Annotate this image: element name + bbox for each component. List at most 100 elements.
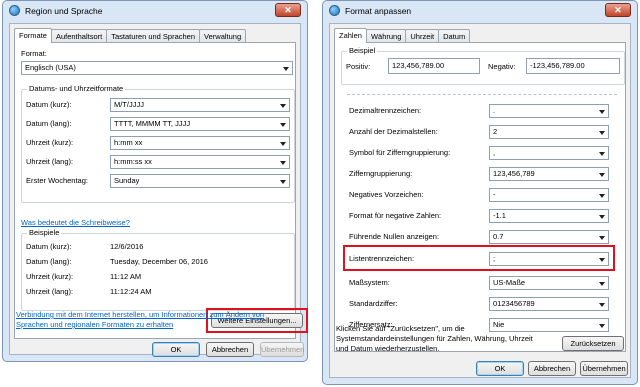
example-group-title: Beispiel bbox=[347, 46, 378, 55]
separator bbox=[347, 94, 617, 95]
ok-button[interactable]: OK bbox=[152, 342, 200, 357]
connect-link-line1[interactable]: Verbindung mit dem Internet herstellen, … bbox=[16, 310, 264, 319]
row-label: Symbol für Ziffern­gruppierung: bbox=[349, 148, 451, 157]
region-window: Region und Sprache ✕ Formate Aufenthalts… bbox=[2, 0, 308, 362]
standard-digits-value: 0123456789 bbox=[493, 299, 535, 308]
example-label: Uhrzeit (lang): bbox=[26, 287, 74, 296]
decimal-symbol-value: . bbox=[493, 106, 496, 115]
highlight-box bbox=[343, 245, 615, 271]
reset-text-line2: Systemstandardeinstellungen für Zahlen, … bbox=[336, 334, 533, 343]
example-value: Tuesday, December 06, 2016 bbox=[110, 257, 208, 266]
format-label: Format: bbox=[21, 49, 47, 58]
leading-zero-value: 0.7 bbox=[493, 232, 504, 241]
tab-datum[interactable]: Datum bbox=[438, 29, 471, 42]
row-label: Dezimaltrennzeichen: bbox=[349, 106, 422, 115]
customize-titlebar[interactable]: Format anpassen ✕ bbox=[323, 1, 637, 21]
negative-format-select[interactable]: -1.1 bbox=[489, 209, 609, 223]
decimal-digits-select[interactable]: 2 bbox=[489, 125, 609, 139]
grouping-symbol-value: , bbox=[493, 148, 496, 157]
time-short-select[interactable]: h:mm xx bbox=[110, 136, 290, 150]
datetime-group: Datums- und Uhrzeitformate Datum (kurz):… bbox=[21, 84, 295, 203]
window-title: Region und Sprache bbox=[25, 6, 103, 16]
tab-uhrzeit[interactable]: Uhrzeit bbox=[405, 29, 440, 42]
row-label: Datum (kurz): bbox=[26, 100, 72, 109]
chevron-down-icon bbox=[599, 131, 605, 135]
digit-substitution-select[interactable]: Nie bbox=[489, 318, 609, 332]
time-long-select[interactable]: h:mm:ss xx bbox=[110, 155, 290, 169]
apply-button[interactable]: Übernehmen bbox=[580, 361, 628, 376]
time-long-value: h:mm:ss xx bbox=[114, 157, 152, 166]
chevron-down-icon bbox=[599, 324, 605, 328]
row-label: Maßsystem: bbox=[349, 278, 390, 287]
leading-zero-select[interactable]: 0.7 bbox=[489, 230, 609, 244]
chevron-down-icon bbox=[280, 142, 286, 146]
example-label: Uhrzeit (kurz): bbox=[26, 272, 74, 281]
chevron-down-icon bbox=[599, 303, 605, 307]
negative-sign-select[interactable]: - bbox=[489, 188, 609, 202]
date-short-value: M/T/JJJJ bbox=[114, 100, 144, 109]
row-label: Uhrzeit (lang): bbox=[26, 157, 74, 166]
row-label: Zifferngruppierung: bbox=[349, 169, 413, 178]
datetime-group-title: Datums- und Uhrzeitformate bbox=[27, 84, 126, 93]
region-client: Formate Aufenthaltsort Tastaturen und Sp… bbox=[9, 23, 308, 357]
chevron-down-icon bbox=[283, 67, 289, 71]
chevron-down-icon bbox=[599, 194, 605, 198]
customize-client: Zahlen Währung Uhrzeit Datum Beispiel Po… bbox=[329, 23, 631, 378]
digit-grouping-select[interactable]: 123,456,789 bbox=[489, 167, 609, 181]
chevron-down-icon bbox=[599, 110, 605, 114]
globe-icon bbox=[9, 5, 20, 16]
apply-button[interactable]: Übernehmen bbox=[260, 342, 304, 357]
cancel-button[interactable]: Abbrechen bbox=[528, 361, 576, 376]
tab-verwaltung[interactable]: Verwaltung bbox=[199, 29, 247, 42]
ok-button[interactable]: OK bbox=[476, 361, 524, 376]
example-value: 11:12 AM bbox=[110, 272, 142, 281]
close-icon[interactable]: ✕ bbox=[605, 3, 631, 17]
tab-zahlen[interactable]: Zahlen bbox=[334, 28, 367, 43]
tab-formate[interactable]: Formate bbox=[14, 28, 52, 43]
decimal-symbol-select[interactable]: . bbox=[489, 104, 609, 118]
digit-grouping-value: 123,456,789 bbox=[493, 169, 535, 178]
first-weekday-value: Sunday bbox=[114, 176, 140, 185]
tab-waehrung[interactable]: Währung bbox=[365, 29, 407, 42]
notation-link[interactable]: Was bedeutet die Schreibweise? bbox=[21, 218, 130, 227]
measurement-value: US-Maße bbox=[493, 278, 526, 287]
chevron-down-icon bbox=[280, 123, 286, 127]
close-icon[interactable]: ✕ bbox=[275, 3, 301, 17]
row-label: Uhrzeit (kurz): bbox=[26, 138, 74, 147]
tab-aufenthaltsort[interactable]: Aufenthaltsort bbox=[50, 29, 108, 42]
date-short-select[interactable]: M/T/JJJJ bbox=[110, 98, 290, 112]
measurement-select[interactable]: US-Maße bbox=[489, 276, 609, 290]
chevron-down-icon bbox=[599, 152, 605, 156]
format-value: Englisch (USA) bbox=[25, 63, 76, 72]
first-weekday-select[interactable]: Sunday bbox=[110, 174, 290, 188]
standard-digits-select[interactable]: 0123456789 bbox=[489, 297, 609, 311]
customize-format-window: Format anpassen ✕ Zahlen Währung Uhrzeit… bbox=[322, 0, 638, 385]
cancel-button[interactable]: Abbrechen bbox=[206, 342, 254, 357]
negative-example: -123,456,789.00 bbox=[526, 58, 620, 74]
example-label: Datum (kurz): bbox=[26, 242, 72, 251]
globe-icon bbox=[329, 5, 340, 16]
positive-example: 123,456,789.00 bbox=[388, 58, 480, 74]
example-label: Datum (lang): bbox=[26, 257, 72, 266]
digit-substitution-value: Nie bbox=[493, 320, 505, 329]
negative-sign-value: - bbox=[493, 190, 496, 199]
positive-label: Positiv: bbox=[346, 62, 371, 71]
grouping-symbol-select[interactable]: , bbox=[489, 146, 609, 160]
reset-text-line1: Klicken Sie auf "Zurücksetzen", um die bbox=[336, 324, 465, 333]
format-select[interactable]: Englisch (USA) bbox=[21, 61, 293, 75]
reset-text-line3: und Datum wiederherzustellen. bbox=[336, 344, 440, 353]
row-label: Format für negative Zahlen: bbox=[349, 211, 442, 220]
chevron-down-icon bbox=[599, 236, 605, 240]
examples-group: Beispiele Datum (kurz): 12/6/2016 Datum … bbox=[21, 228, 295, 311]
tab-strip: Formate Aufenthaltsort Tastaturen und Sp… bbox=[14, 28, 247, 43]
row-label: Führende Nullen anzeigen: bbox=[349, 232, 440, 241]
chevron-down-icon bbox=[280, 161, 286, 165]
chevron-down-icon bbox=[599, 282, 605, 286]
reset-button[interactable]: Zurücksetzen bbox=[562, 336, 624, 351]
chevron-down-icon bbox=[280, 104, 286, 108]
region-titlebar[interactable]: Region und Sprache ✕ bbox=[3, 1, 307, 21]
example-value: 11:12:24 AM bbox=[110, 287, 152, 296]
connect-link-line2[interactable]: Sprachen und regionalen Formaten zu erha… bbox=[16, 320, 173, 329]
date-long-select[interactable]: TTTT, MMMM TT, JJJJ bbox=[110, 117, 290, 131]
tab-tastaturen[interactable]: Tastaturen und Sprachen bbox=[106, 29, 201, 42]
